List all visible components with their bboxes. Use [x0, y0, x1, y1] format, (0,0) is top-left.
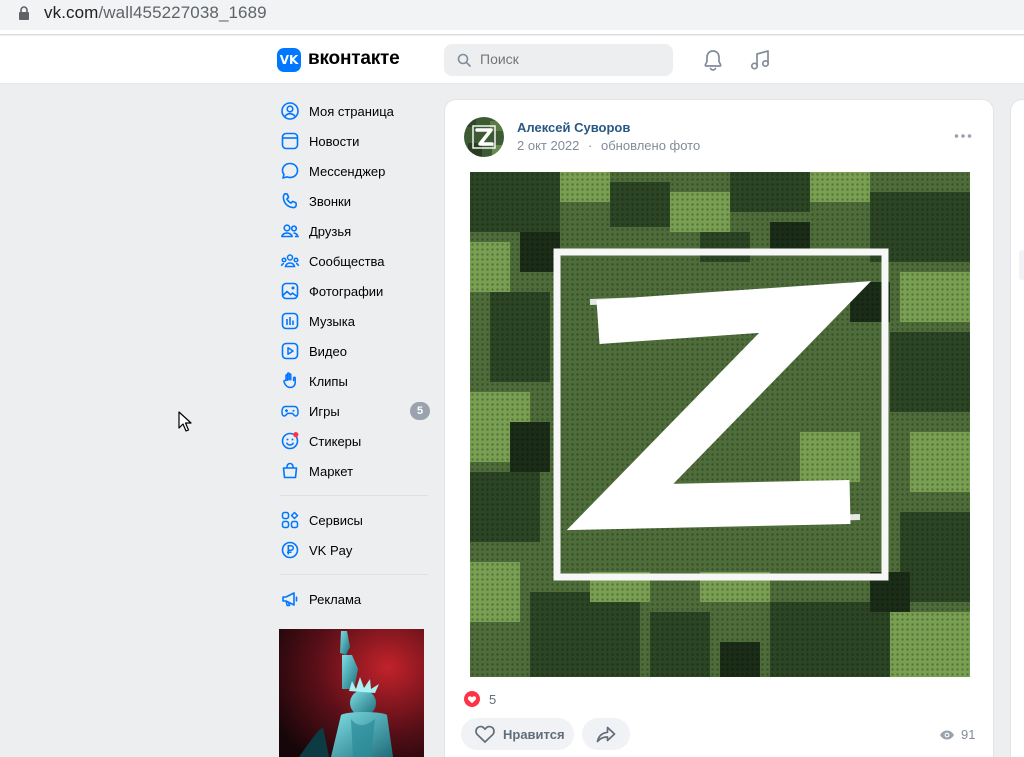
vk-logo-text[interactable]: вконтакте: [308, 48, 400, 70]
ad-illustration: [279, 629, 424, 757]
music-bars-icon: [281, 312, 299, 330]
eye-icon: [940, 730, 954, 739]
right-card-edge: [1019, 250, 1024, 280]
friends-icon: [281, 224, 299, 238]
sidebar-item-news[interactable]: Новости: [278, 126, 430, 156]
news-icon: [281, 132, 299, 150]
heart-reaction-icon: [464, 691, 480, 707]
sidebar-divider: [280, 574, 428, 575]
stickers-icon: [281, 432, 299, 450]
sidebar-item-label: Клипы: [309, 373, 348, 389]
author-avatar[interactable]: [464, 117, 504, 157]
vkpay-icon: [281, 541, 299, 559]
sidebar-item-games[interactable]: Игры 5: [278, 396, 430, 426]
sidebar-item-services[interactable]: Сервисы: [278, 505, 430, 535]
sidebar-item-label: Музыка: [309, 313, 355, 329]
post-meta: 2 окт 2022 · обновлено фото: [517, 138, 700, 153]
browser-address-bar: vk.com/wall455227038_1689: [0, 0, 1024, 35]
megaphone-icon: [282, 592, 298, 607]
sidebar-item-communities[interactable]: Сообщества: [278, 246, 430, 276]
sidebar-item-label: VK Pay: [309, 542, 353, 558]
bell-icon[interactable]: [702, 48, 724, 72]
camouflage-z-image: [470, 172, 970, 677]
post-date[interactable]: 2 окт 2022: [517, 138, 579, 153]
games-icon: [281, 405, 299, 417]
sidebar-item-music[interactable]: Музыка: [278, 306, 430, 336]
sidebar-item-label: Моя страница: [309, 103, 394, 119]
vk-logo-icon[interactable]: VK: [277, 48, 301, 72]
left-sidebar: Моя страница Новости Мессенджер Звонки Д…: [278, 96, 430, 614]
sidebar-item-label: Маркет: [309, 463, 354, 479]
sidebar-item-label: Мессенджер: [309, 163, 386, 179]
sidebar-item-label: Звонки: [309, 193, 351, 209]
search-input[interactable]: [480, 51, 660, 67]
video-icon: [281, 342, 299, 360]
sidebar-item-label: Сообщества: [309, 253, 385, 269]
sidebar-item-calls[interactable]: Звонки: [278, 186, 430, 216]
services-icon: [281, 511, 299, 529]
search-icon: [457, 53, 471, 67]
sidebar-item-market[interactable]: Маркет: [278, 456, 430, 486]
reactions-count: 5: [489, 691, 497, 707]
user-icon: [281, 102, 299, 120]
post-action: обновлено фото: [601, 138, 701, 153]
sidebar-item-label: Фотографии: [309, 283, 384, 299]
sidebar-item-label: Стикеры: [309, 433, 362, 449]
like-button[interactable]: Нравится: [461, 718, 574, 750]
sidebar-item-vkpay[interactable]: VK Pay: [278, 535, 430, 565]
search-box[interactable]: [444, 44, 673, 76]
right-column-card: [1010, 99, 1024, 757]
views-count: 91: [961, 727, 976, 742]
post-author-link[interactable]: Алексей Суворов: [517, 120, 630, 135]
ad-banner-image[interactable]: [279, 629, 424, 757]
meta-separator: ·: [588, 138, 593, 153]
like-button-label: Нравится: [503, 726, 565, 742]
url-host: vk.com: [44, 3, 99, 22]
lock-icon: [19, 6, 29, 20]
sidebar-item-ads[interactable]: Реклама: [278, 584, 430, 614]
mouse-cursor-icon: [178, 411, 192, 432]
avatar-image: [464, 117, 504, 157]
clips-icon: [283, 372, 296, 389]
sidebar-item-messenger[interactable]: Мессенджер: [278, 156, 430, 186]
sidebar-item-clips[interactable]: Клипы: [278, 366, 430, 396]
post-photo[interactable]: [470, 172, 970, 677]
music-icon[interactable]: [749, 48, 771, 72]
sidebar-item-my-page[interactable]: Моя страница: [278, 96, 430, 126]
sidebar-item-label: Новости: [309, 133, 360, 149]
more-options-icon[interactable]: [953, 132, 973, 140]
post-card: Алексей Суворов 2 окт 2022 · обновлено ф…: [444, 99, 994, 757]
sidebar-item-friends[interactable]: Друзья: [278, 216, 430, 246]
sidebar-item-label: Реклама: [309, 591, 362, 607]
phone-icon: [282, 193, 297, 209]
photos-icon: [281, 282, 299, 300]
sidebar-item-label: Игры: [309, 403, 340, 419]
sidebar-item-label: Видео: [309, 343, 347, 359]
views-counter: 91: [939, 727, 975, 742]
messenger-icon: [281, 162, 299, 179]
sidebar-item-stickers[interactable]: Стикеры: [278, 426, 430, 456]
heart-icon: [475, 725, 495, 743]
sidebar-item-photos[interactable]: Фотографии: [278, 276, 430, 306]
url-text[interactable]: vk.com/wall455227038_1689: [44, 3, 267, 23]
sidebar-divider: [280, 495, 428, 496]
sidebar-item-label: Друзья: [309, 223, 352, 239]
market-icon: [282, 462, 298, 479]
vk-header: VK вконтакте: [0, 36, 1024, 84]
sidebar-item-label: Сервисы: [309, 512, 363, 528]
share-icon: [596, 726, 616, 743]
communities-icon: [280, 254, 300, 268]
address-field[interactable]: vk.com/wall455227038_1689: [0, 0, 1024, 30]
sidebar-item-video[interactable]: Видео: [278, 336, 430, 366]
reactions-summary[interactable]: 5: [464, 690, 496, 708]
share-button[interactable]: [582, 718, 630, 750]
games-badge: 5: [410, 402, 430, 420]
url-path: /wall455227038_1689: [98, 3, 267, 22]
